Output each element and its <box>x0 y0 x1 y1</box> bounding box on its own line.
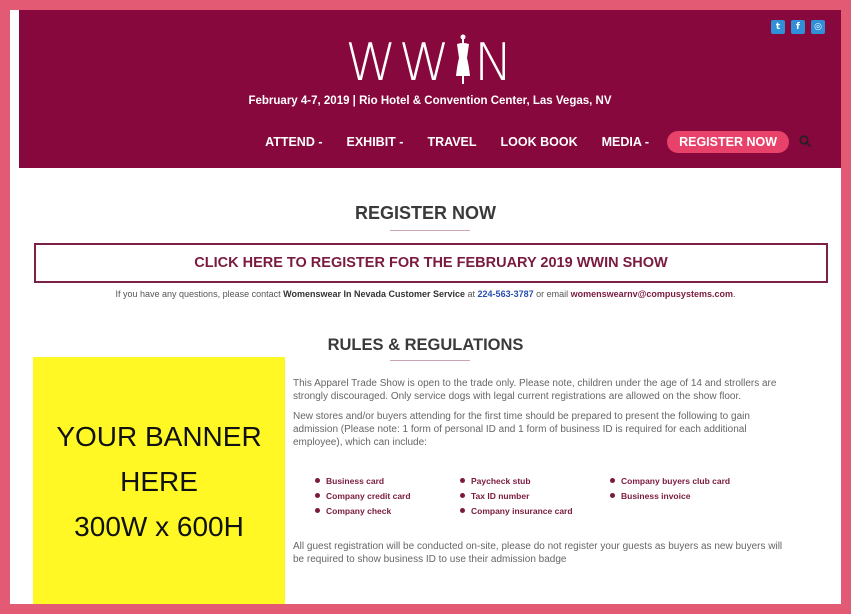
site-logo[interactable]: WW N <box>19 34 841 91</box>
banner-line-3: 300W x 600H <box>74 510 244 542</box>
list-item: Tax ID number <box>460 490 610 502</box>
contact-email-link[interactable]: womenswearnv@compusystems.com <box>571 289 733 299</box>
contact-end: . <box>732 289 736 299</box>
instagram-icon[interactable]: ◎ <box>811 20 825 34</box>
bullet-icon <box>315 508 320 513</box>
social-links: t f ◎ <box>771 20 825 34</box>
ad-banner-placeholder[interactable]: YOUR BANNER HERE 300W x 600H <box>33 357 285 604</box>
bullet-icon <box>315 493 320 498</box>
register-now-button[interactable]: REGISTER NOW <box>667 131 789 153</box>
list-item: Business invoice <box>610 490 770 502</box>
search-icon[interactable] <box>799 134 812 150</box>
facebook-icon[interactable]: f <box>791 20 805 34</box>
logo-text-right: N <box>473 33 515 93</box>
list-item: Company buyers club card <box>610 475 770 487</box>
twitter-icon[interactable]: t <box>771 20 785 34</box>
nav-attend[interactable]: ATTEND - <box>265 135 322 149</box>
nav-media[interactable]: MEDIA - <box>602 135 649 149</box>
banner-line-2: HERE <box>120 465 198 497</box>
bullet-icon <box>460 478 465 483</box>
page-frame: t f ◎ WW N February 4-7, 2019 | Rio Hotel… <box>10 10 841 604</box>
contact-name: Womenswear In Nevada Customer Service <box>283 289 466 299</box>
site-header: t f ◎ WW N February 4-7, 2019 | Rio Hotel… <box>19 10 841 168</box>
banner-line-1: YOUR BANNER <box>56 420 262 452</box>
list-item: Company check <box>315 505 460 517</box>
contact-prefix: If you have any questions, please contac… <box>115 289 284 299</box>
bullet-icon <box>460 508 465 513</box>
bullet-icon <box>610 493 615 498</box>
contact-phone-link[interactable]: 224-563-3787 <box>478 289 534 299</box>
id-requirements-list: Business card Paycheck stub Company buye… <box>315 475 775 517</box>
list-item: Paycheck stub <box>460 475 610 487</box>
contact-at: at <box>465 289 478 299</box>
nav-exhibit[interactable]: EXHIBIT - <box>347 135 404 149</box>
event-subtitle: February 4-7, 2019 | Rio Hotel & Convent… <box>248 95 612 107</box>
list-item: Company insurance card <box>460 505 610 517</box>
main-nav: ATTEND - EXHIBIT - TRAVEL LOOK BOOK MEDI… <box>265 131 812 153</box>
nav-travel[interactable]: TRAVEL <box>427 135 476 149</box>
bullet-icon <box>315 478 320 483</box>
logo-text-left: WW <box>345 33 452 93</box>
list-item: Business card <box>315 475 460 487</box>
rules-divider <box>390 360 470 361</box>
heading-divider <box>390 230 470 231</box>
register-now-heading: REGISTER NOW <box>354 203 496 223</box>
bullet-icon <box>610 478 615 483</box>
rules-paragraph-3: All guest registration will be conducted… <box>293 541 783 565</box>
bullet-icon <box>460 493 465 498</box>
rules-paragraph-1: This Apparel Trade Show is open to the t… <box>293 378 777 402</box>
rules-heading: RULES & REGULATIONS <box>327 336 524 354</box>
contact-or: or email <box>533 289 571 299</box>
register-link-box[interactable]: CLICK HERE TO REGISTER FOR THE FEBRUARY … <box>34 243 828 283</box>
list-item: Company credit card <box>315 490 460 502</box>
rules-paragraph-2: New stores and/or buyers attending for t… <box>293 411 750 448</box>
contact-line: If you have any questions, please contac… <box>10 289 841 299</box>
nav-look-book[interactable]: LOOK BOOK <box>501 135 578 149</box>
dress-form-icon <box>454 34 472 84</box>
